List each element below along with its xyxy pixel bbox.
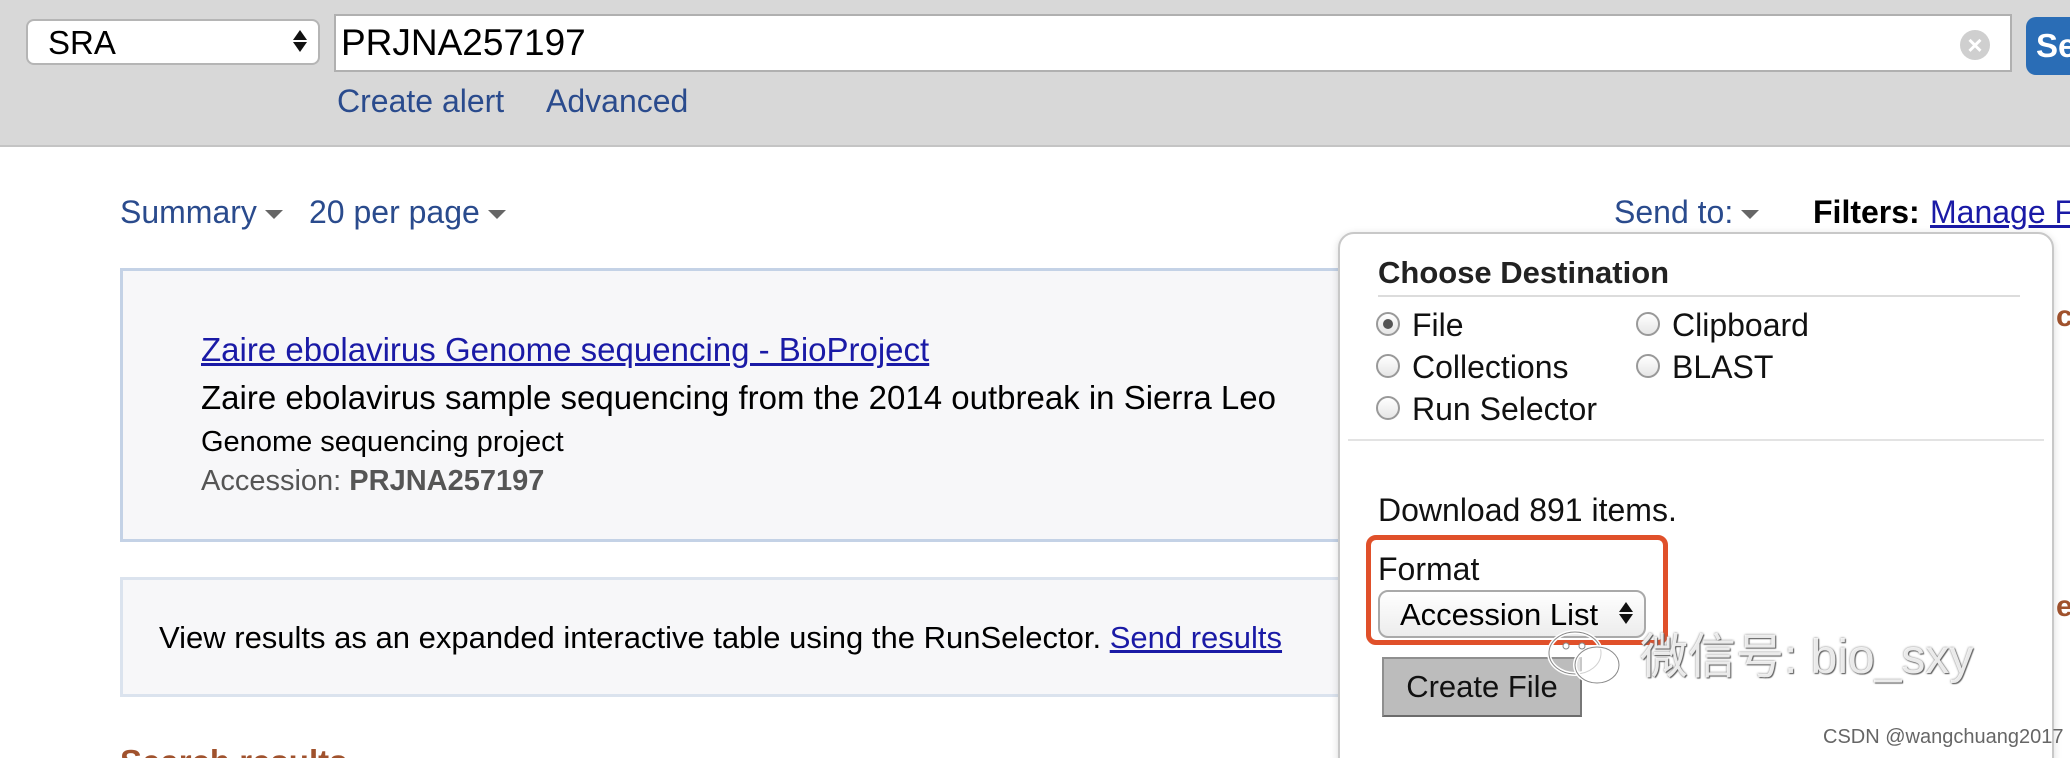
radio-unchecked-icon[interactable] bbox=[1376, 396, 1400, 420]
divider bbox=[1378, 295, 2020, 297]
database-select[interactable]: SRA bbox=[26, 19, 320, 65]
search-button[interactable]: Se bbox=[2026, 17, 2070, 75]
edge-fragment: c bbox=[2056, 300, 2070, 333]
radio-file-label: File bbox=[1412, 307, 1464, 343]
search-results-heading: Search results bbox=[120, 742, 347, 758]
result-type: Genome sequencing project bbox=[201, 426, 564, 458]
wechat-watermark: 微信号: bio_sxy bbox=[1640, 631, 1974, 684]
per-page-label: 20 per page bbox=[309, 194, 480, 230]
per-page-dropdown[interactable]: 20 per page bbox=[309, 192, 506, 232]
radio-unchecked-icon[interactable] bbox=[1636, 312, 1660, 336]
radio-blast-label: BLAST bbox=[1672, 349, 1774, 385]
runselector-message: View results as an expanded interactive … bbox=[159, 620, 1102, 655]
radio-unchecked-icon[interactable] bbox=[1376, 354, 1400, 378]
radio-collections-label: Collections bbox=[1412, 349, 1569, 385]
divider bbox=[1348, 439, 2044, 441]
result-description: Zaire ebolavirus sample sequencing from … bbox=[201, 379, 1276, 416]
advanced-link[interactable]: Advanced bbox=[546, 83, 688, 120]
manage-filters-link[interactable]: Manage F bbox=[1930, 192, 2070, 232]
clear-icon[interactable]: × bbox=[1960, 30, 1990, 60]
filters-label: Filters: bbox=[1813, 194, 1920, 230]
search-input-value: PRJNA257197 bbox=[341, 22, 586, 63]
popup-title: Choose Destination bbox=[1378, 255, 1670, 290]
send-to-label: Send to: bbox=[1614, 194, 1734, 230]
csdn-watermark: CSDN @wangchuang2017 bbox=[1823, 726, 2064, 748]
database-select-value: SRA bbox=[48, 24, 116, 61]
radio-unchecked-icon[interactable] bbox=[1636, 354, 1660, 378]
caret-down-icon bbox=[487, 210, 506, 220]
radio-clipboard-label: Clipboard bbox=[1672, 307, 1809, 343]
send-to-dropdown[interactable]: Send to: bbox=[1614, 192, 1760, 232]
summary-label: Summary bbox=[120, 194, 257, 230]
radio-checked-icon[interactable] bbox=[1376, 312, 1400, 336]
caret-down-icon bbox=[264, 210, 283, 220]
runselector-text: View results as an expanded interactive … bbox=[159, 619, 1282, 657]
select-arrows-icon bbox=[292, 28, 308, 54]
search-input[interactable]: PRJNA257197 × bbox=[334, 14, 2012, 72]
accession-label: Accession: bbox=[201, 465, 342, 497]
edge-fragment: e bbox=[2056, 590, 2070, 623]
create-alert-link[interactable]: Create alert bbox=[337, 83, 504, 120]
summary-dropdown[interactable]: Summary bbox=[120, 192, 283, 232]
accession-value: PRJNA257197 bbox=[349, 465, 545, 497]
caret-down-icon bbox=[1741, 210, 1760, 220]
search-bar: SRA PRJNA257197 × Se Create alert Advanc… bbox=[0, 0, 2070, 147]
result-title-link[interactable]: Zaire ebolavirus Genome sequencing - Bio… bbox=[201, 330, 929, 370]
download-count-text: Download 891 items. bbox=[1378, 492, 1677, 528]
result-accession: Accession: PRJNA257197 bbox=[201, 463, 544, 499]
wechat-logo-icon bbox=[1547, 630, 1621, 685]
radio-run-selector-label: Run Selector bbox=[1412, 391, 1597, 427]
send-results-link[interactable]: Send results bbox=[1110, 620, 1282, 655]
